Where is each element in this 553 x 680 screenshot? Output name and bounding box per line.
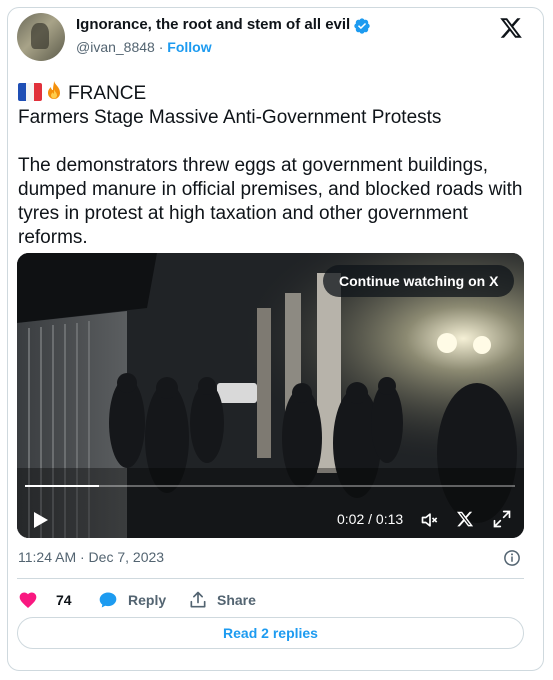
author-meta: @ivan_8848 · Follow [76, 39, 212, 55]
share-icon [190, 591, 206, 608]
volume-muted-icon[interactable] [420, 510, 440, 530]
headline-country: FRANCE [68, 83, 147, 104]
x-logo-icon[interactable] [499, 16, 523, 40]
author-handle[interactable]: @ivan_8848 [76, 39, 155, 55]
play-icon[interactable] [33, 511, 49, 529]
post-timestamp[interactable]: 11:24 AM · Dec 7, 2023 [18, 549, 164, 565]
headline-line: FRANCE [18, 80, 528, 106]
video-progress-bar[interactable] [25, 485, 515, 487]
avatar[interactable] [17, 13, 65, 61]
reply-bubble-icon [99, 592, 117, 608]
headline-title: Farmers Stage Massive Anti-Government Pr… [18, 107, 442, 128]
x-logo-icon[interactable] [456, 510, 474, 528]
video-player[interactable]: Continue watching on X 0:02 / 0:13 [17, 253, 524, 538]
tweet-text: FRANCE Farmers Stage Massive Anti-Govern… [18, 80, 528, 250]
divider [17, 578, 524, 579]
video-progress-fill [25, 485, 99, 487]
share-button[interactable]: Share [188, 589, 278, 611]
follow-button[interactable]: Follow [167, 39, 211, 55]
author-name[interactable]: Ignorance, the root and stem of all evil [76, 16, 350, 33]
continue-watching-button[interactable]: Continue watching on X [323, 265, 515, 297]
video-time: 0:02 / 0:13 [337, 511, 404, 527]
reply-button[interactable]: Reply [98, 589, 188, 611]
meta-separator: · [158, 39, 164, 55]
share-label: Share [217, 592, 256, 608]
verified-badge-icon [354, 18, 370, 34]
like-button[interactable]: 74 [18, 589, 78, 611]
info-icon[interactable] [503, 549, 521, 567]
france-flag-emoji [18, 83, 42, 101]
heart-icon [19, 592, 37, 608]
body-paragraph: The demonstrators threw eggs at governme… [18, 155, 523, 248]
like-count: 74 [56, 592, 72, 608]
fire-emoji [48, 81, 60, 99]
fullscreen-icon[interactable] [492, 509, 512, 529]
read-replies-button[interactable]: Read 2 replies [17, 617, 524, 649]
reply-label: Reply [128, 592, 167, 608]
